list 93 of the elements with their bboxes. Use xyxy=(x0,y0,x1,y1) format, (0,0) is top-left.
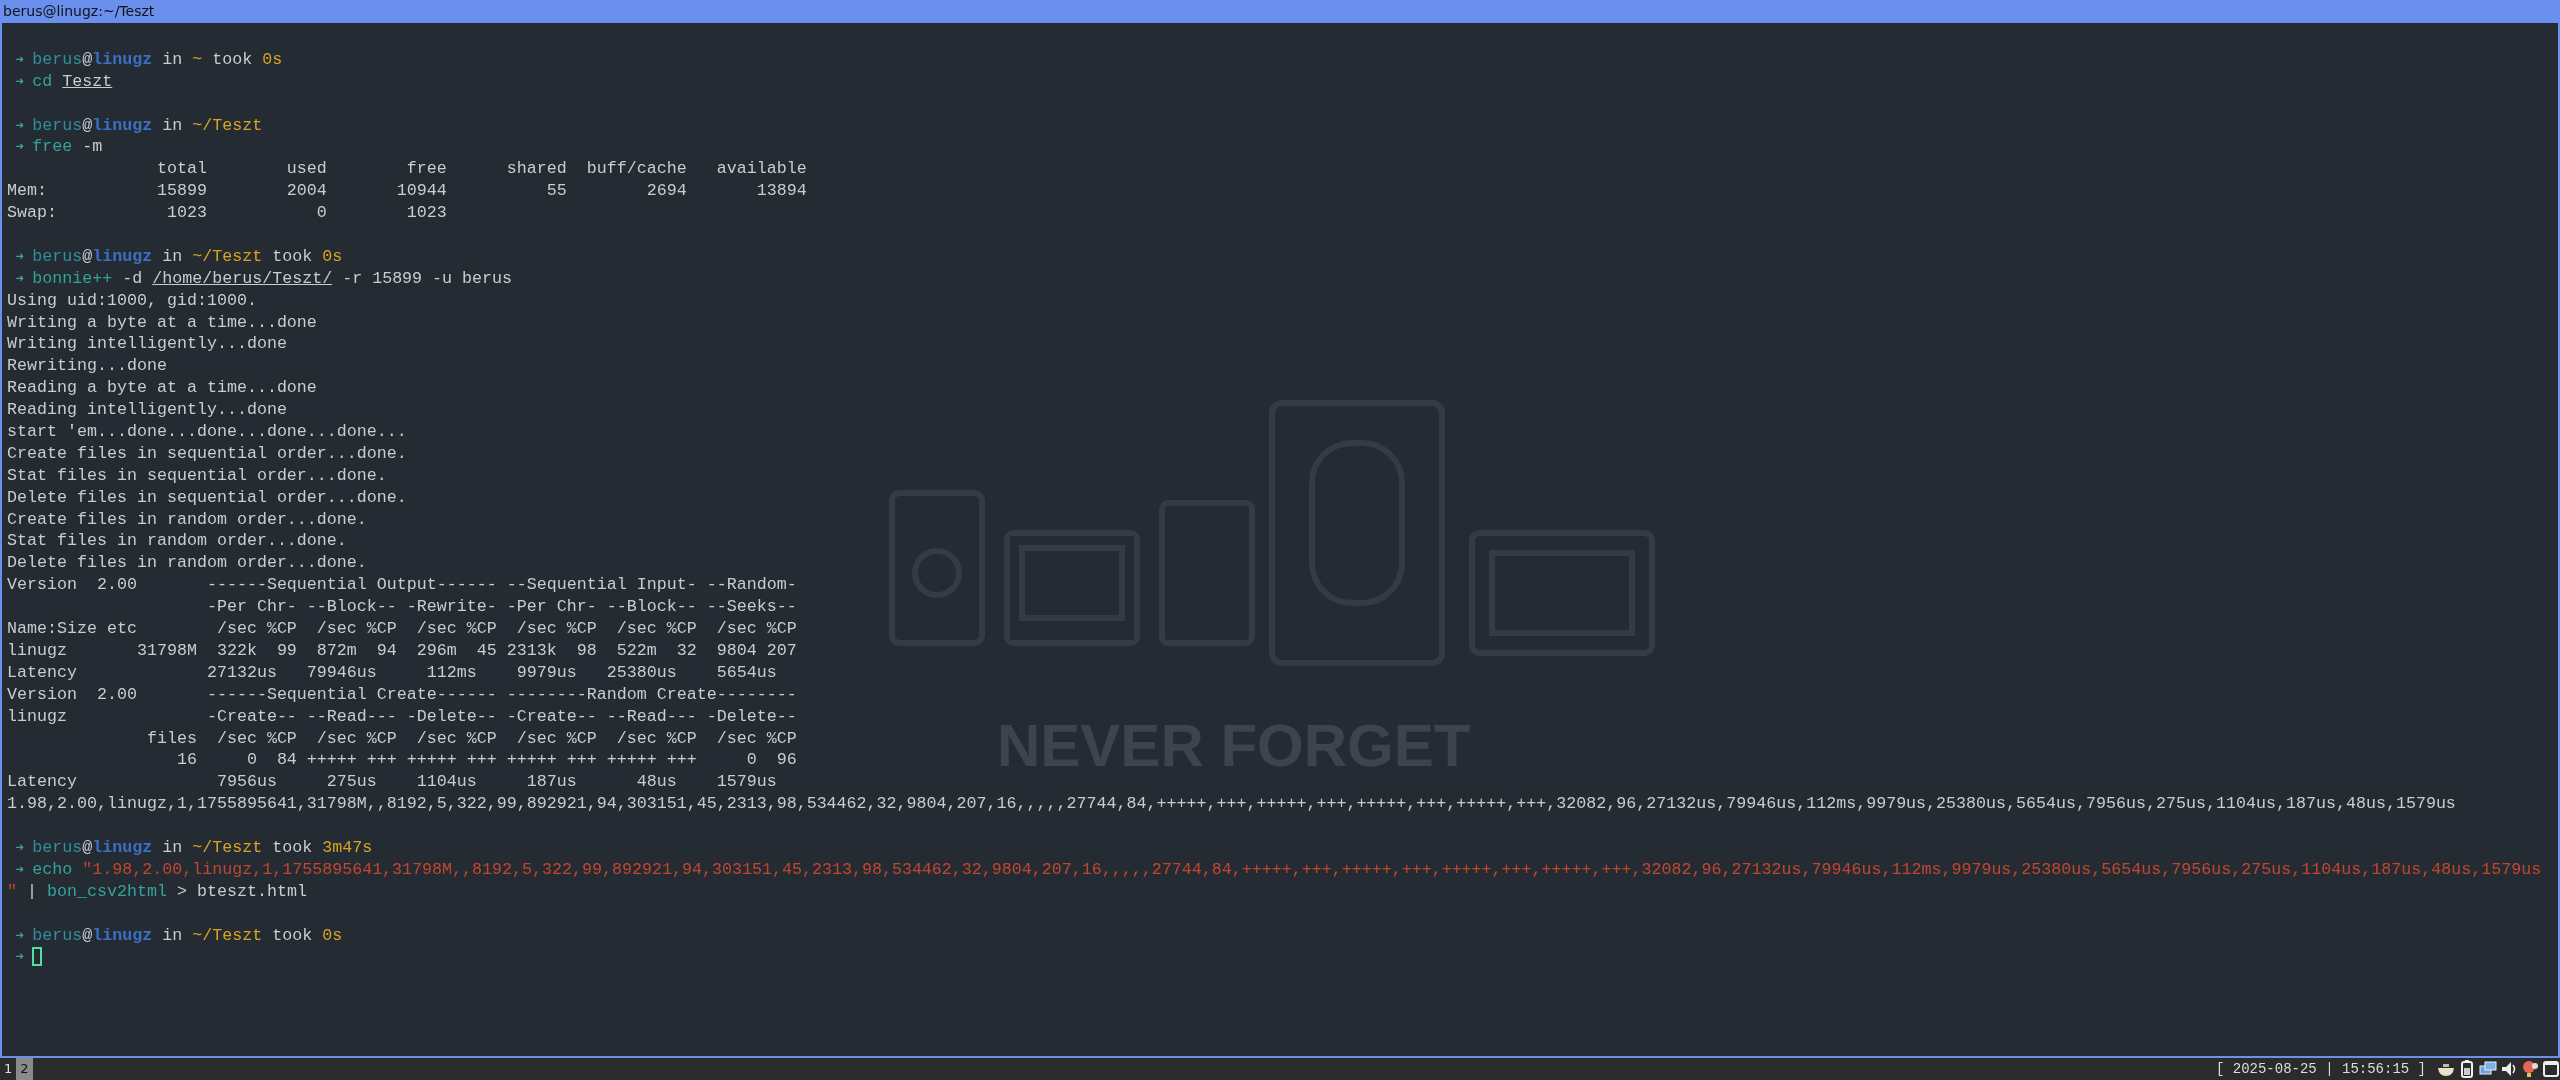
terminal-text: Version 2.00 ------Sequential Output------ --Sequential Input- --Random- xyxy=(7,574,797,597)
terminal-text: Name:Size etc /sec %CP /sec %CP /sec %CP /sec %CP /sec %CP /sec %CP xyxy=(7,618,797,640)
terminal-text: in xyxy=(161,114,184,137)
terminal-text: took xyxy=(211,48,254,71)
terminal-text: Using uid:1000, gid:1000. xyxy=(7,289,257,312)
prompt-user: berus xyxy=(32,114,83,137)
speaker-icon[interactable] xyxy=(2500,1060,2518,1078)
prompt-arrow: ➜ xyxy=(15,246,24,266)
terminal-text: Writing a byte at a time...done xyxy=(7,311,317,334)
prompt-host: linugz xyxy=(92,114,153,137)
workspace-button[interactable]: 2 xyxy=(16,1058,33,1080)
terminal-text: | xyxy=(26,880,38,903)
prompt-path: ~/Teszt xyxy=(192,114,263,137)
terminal-text: Latency 27132us 79946us 112ms 9979us 25380us 5654us xyxy=(7,661,777,684)
string-argument: "1.98,2.00,linugz,1,1755895641,31798M,,8192,5,322,99,892921,94,303151,45,2313,98,534462,32,9804,207,16,,,,,27744,84,+++++,+++,+++++,+++,+++++,+++,+++++,+++,32082,96,27132us,79946us,112ms,9979us,25380us,5654us,7956us,275us,1104us,187us,48us,1579us xyxy=(81,858,2542,881)
clock-text: [ 2025-08-25 | 15:56:15 ] xyxy=(2215,1059,2426,1079)
prompt-host: linugz xyxy=(92,48,153,71)
terminal-text: linugz -Create-- --Read--- -Delete-- -Create-- --Read--- -Delete-- xyxy=(7,705,797,728)
terminal-text: Delete files in sequential order...done. xyxy=(7,486,407,509)
battery-icon[interactable] xyxy=(2458,1060,2476,1078)
prompt-path: 0s xyxy=(262,48,283,71)
terminal-text: start 'em...done...done...done...done... xyxy=(7,421,407,443)
window-title: berus@linugz:~/Teszt xyxy=(0,0,2560,23)
terminal-text: in xyxy=(161,48,184,71)
terminal-text: -m xyxy=(81,136,103,159)
prompt-path: ~ xyxy=(192,48,203,71)
prompt-arrow: ➜ xyxy=(15,947,24,967)
prompt-path: 0s xyxy=(322,245,343,268)
terminal-text: took xyxy=(271,245,314,268)
terminal-text: files /sec %CP /sec %CP /sec %CP /sec %CP /sec %CP /sec %CP xyxy=(145,727,797,750)
terminal-text: 1.98,2.00,linugz,1,1755895641,31798M,,8192,5,322,99,892921,94,303151,45,2313,98,534462,32,9804,207,16,,,,,27744,84,+++++,+++,+++++,+++,+++++,+++,+++++,+++,32082,96,27132us,79946us,112ms,9979us,25380us,5654us,7956us,275us,1104us,187us,48us,1579us xyxy=(7,793,2456,816)
terminal-text: Rewriting...done xyxy=(7,355,167,378)
terminal-text: > bteszt.html xyxy=(175,880,307,903)
prompt-arrow: ➜ xyxy=(15,137,24,157)
prompt-arrow: ➜ xyxy=(15,837,24,857)
window-icon[interactable] xyxy=(2542,1060,2560,1078)
terminal-text: in xyxy=(161,245,184,268)
terminal-text: -d xyxy=(121,267,144,290)
terminal-text: in xyxy=(161,836,184,859)
bulb-icon[interactable] xyxy=(2521,1060,2539,1078)
terminal-text: @ xyxy=(82,114,93,137)
terminal-text: Reading a byte at a time...done xyxy=(7,377,317,400)
terminal-text: Latency 7956us 275us 1104us 187us 48us 1579us xyxy=(7,771,777,794)
terminal-text: took xyxy=(271,836,314,859)
terminal-text: Stat files in sequential order...done. xyxy=(7,464,387,487)
prompt-arrow: ➜ xyxy=(15,71,24,91)
prompt-arrow: ➜ xyxy=(15,859,24,879)
terminal-text: -r 15899 -u berus xyxy=(341,267,513,290)
prompt-user: berus xyxy=(32,836,83,859)
prompt-path: 0s xyxy=(322,924,343,947)
terminal-text: Writing intelligently...done xyxy=(7,333,287,356)
prompt-arrow: ➜ xyxy=(15,49,24,69)
terminal-text: @ xyxy=(82,924,93,947)
terminal-text: 16 0 84 +++++ +++ +++++ +++ +++++ +++ +++++ +++ 0 96 xyxy=(175,749,797,772)
monitors-icon[interactable] xyxy=(2479,1060,2497,1078)
terminal-text: @ xyxy=(82,836,93,859)
terminal-text: Delete files in random order...done. xyxy=(7,552,367,575)
command-name: bonnie++ xyxy=(32,267,113,290)
terminal-text: Reading intelligently...done xyxy=(7,399,287,422)
terminal-text: Stat files in random order...done. xyxy=(7,530,347,553)
prompt-arrow: ➜ xyxy=(15,115,24,135)
prompt-user: berus xyxy=(32,245,83,268)
terminal-text: -Per Chr- --Block-- -Rewrite- -Per Chr- --Block-- --Seeks-- xyxy=(205,596,797,619)
prompt-host: linugz xyxy=(92,924,153,947)
string-argument: " xyxy=(7,880,17,903)
prompt-arrow: ➜ xyxy=(15,268,24,288)
terminal-text: in xyxy=(161,924,184,947)
terminal-text: Mem: 15899 2004 10944 55 2694 13894 xyxy=(7,180,807,203)
terminal-text: linugz 31798M 322k 99 872m 94 296m 45 2313k 98 522m 32 9804 207 xyxy=(7,639,797,662)
prompt-path: ~/Teszt xyxy=(192,924,263,947)
terminal-text: Create files in sequential order...done. xyxy=(7,442,407,465)
command-name: cd xyxy=(32,70,54,93)
terminal-text: @ xyxy=(82,48,93,71)
prompt-user: berus xyxy=(32,924,83,947)
command-name: free xyxy=(32,136,73,159)
terminal-text: Create files in random order...done. xyxy=(7,508,367,531)
text-cursor xyxy=(32,947,43,967)
prompt-host: linugz xyxy=(92,245,153,268)
terminal-text: total used free shared buff/cache available xyxy=(155,158,807,181)
prompt-user: berus xyxy=(32,48,83,71)
prompt-path: ~/Teszt xyxy=(192,245,263,268)
terminal-text: Version 2.00 ------Sequential Create------ --------Random Create-------- xyxy=(7,683,797,706)
prompt-path: ~/Teszt xyxy=(192,836,263,859)
command-name: echo xyxy=(32,858,73,881)
path-argument: /home/berus/Teszt/ xyxy=(152,267,333,290)
prompt-arrow: ➜ xyxy=(15,925,24,945)
terminal-text: Swap: 1023 0 1023 xyxy=(7,202,447,224)
path-argument: Teszt xyxy=(62,70,113,93)
prompt-host: linugz xyxy=(92,836,153,859)
terminal-text: took xyxy=(271,924,314,947)
terminal-text: @ xyxy=(82,245,93,268)
command-name: bon_csv2html xyxy=(47,880,167,903)
prompt-path: 3m47s xyxy=(322,836,373,859)
